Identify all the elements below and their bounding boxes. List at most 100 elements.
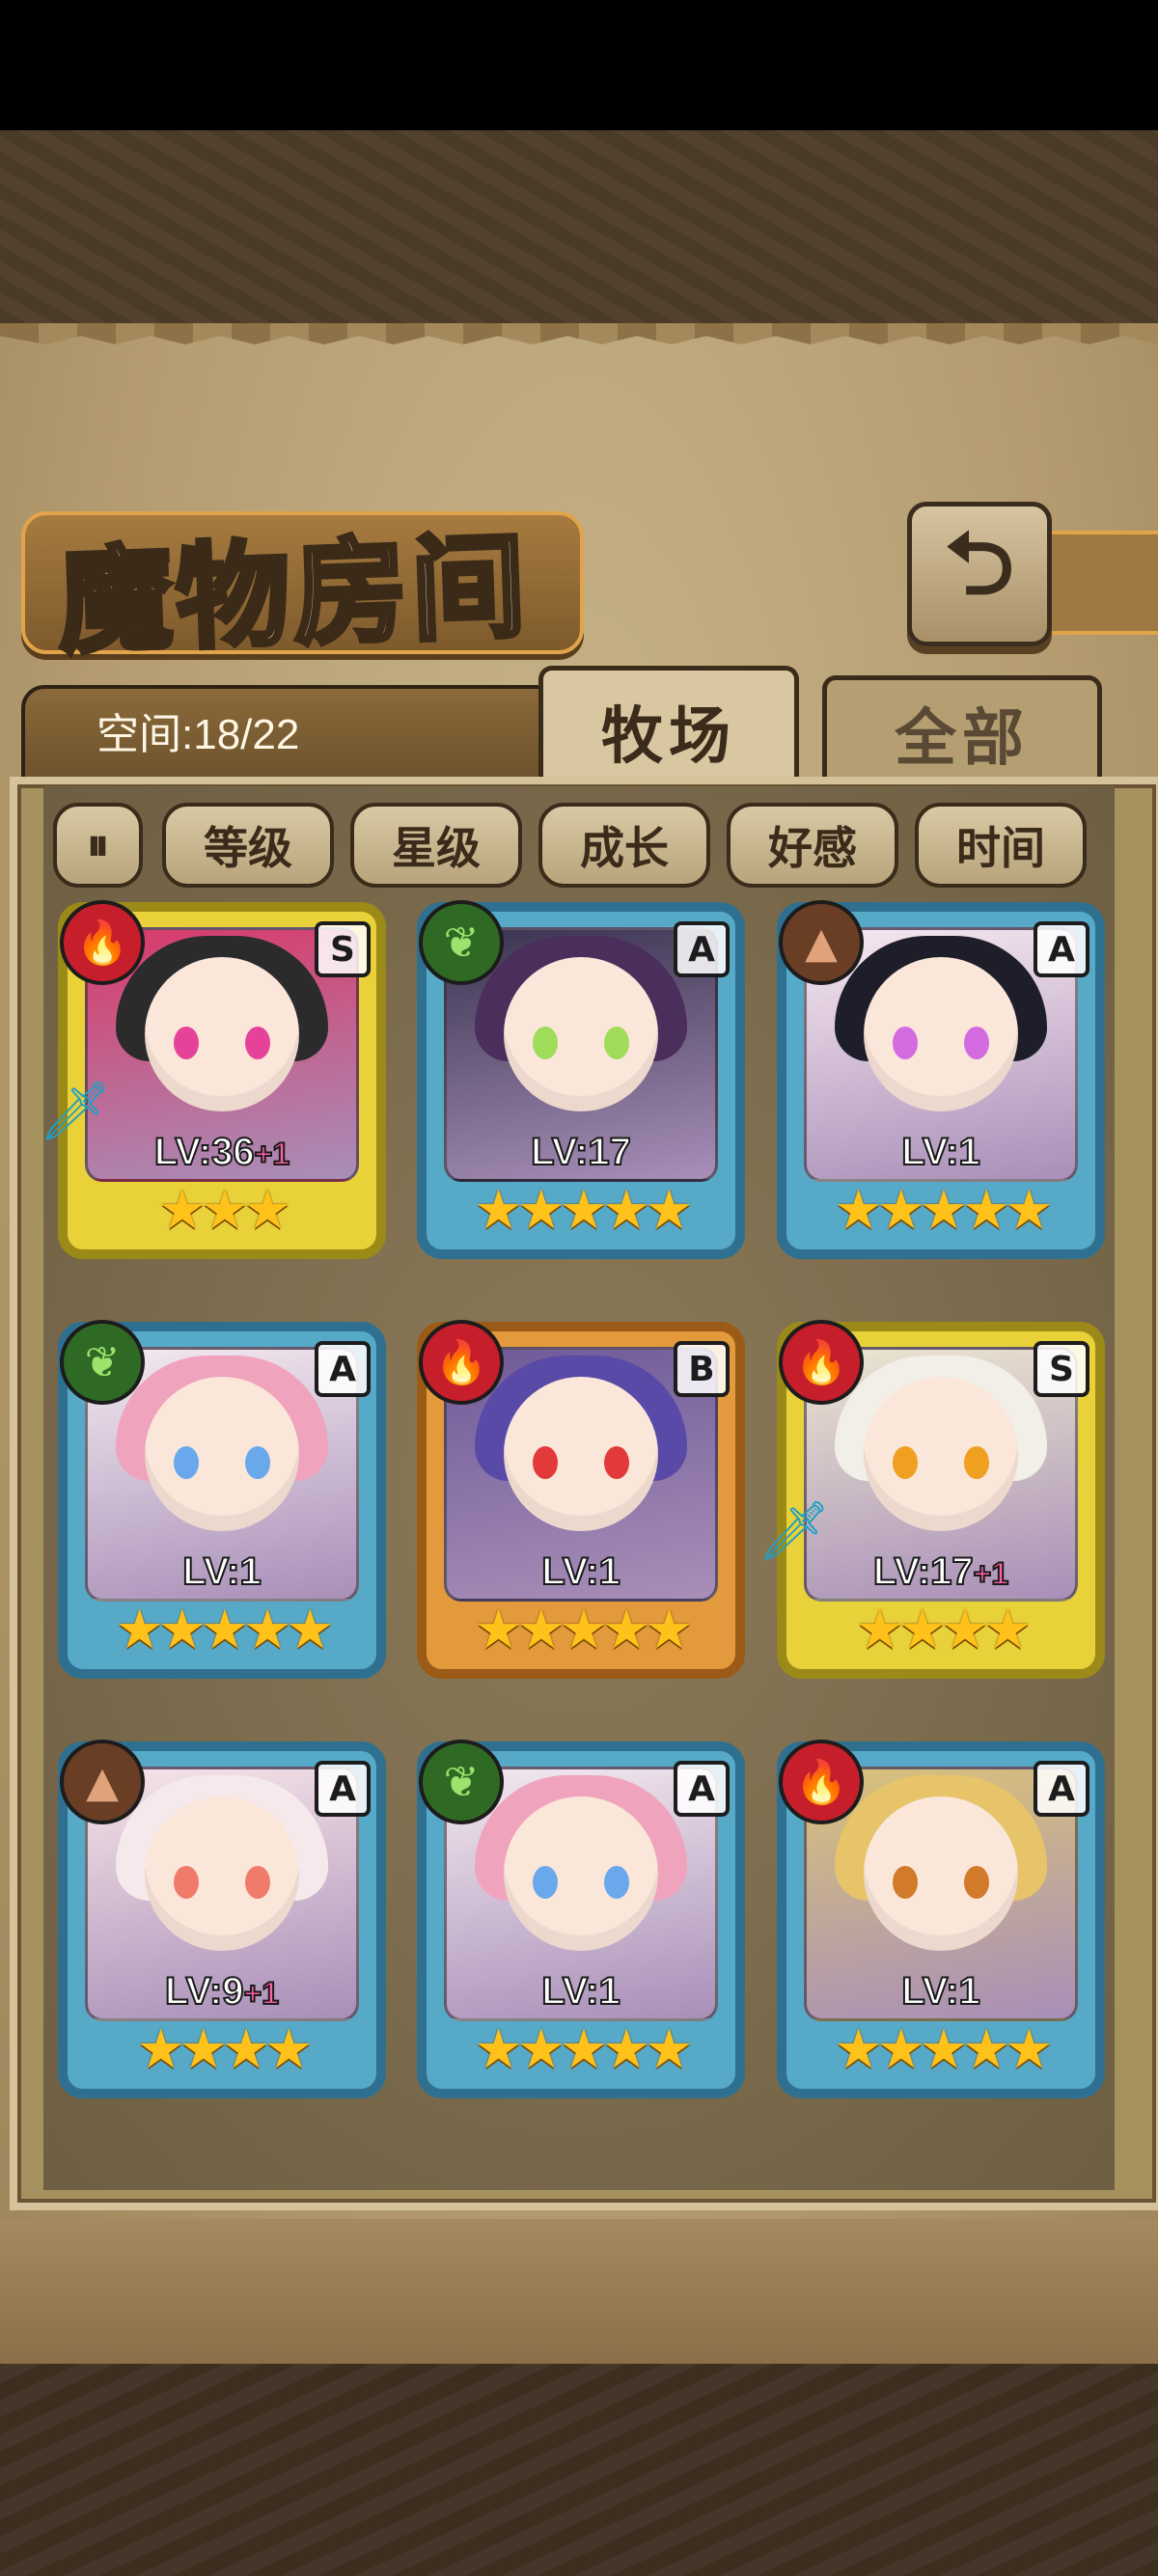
monster-face — [504, 1377, 658, 1531]
monster-eye — [604, 1866, 629, 1899]
leaf-element-icon: ❦ — [419, 1740, 504, 1824]
monster-face — [864, 957, 1018, 1111]
level-label: LV:1 — [786, 1130, 1095, 1174]
fire-element-icon: 🔥 — [779, 1320, 864, 1405]
monster-eye — [533, 1446, 558, 1479]
sort-level-button[interactable]: 等级 — [162, 803, 334, 888]
star-rating: ★★★★★ — [474, 2018, 693, 2081]
fire-element-icon: 🔥 — [419, 1320, 504, 1405]
monster-eye — [893, 1866, 918, 1899]
star-rating: ★★★★★ — [834, 1179, 1053, 1242]
monster-card[interactable]: ❦ A LV:1 ★★★★★ — [58, 1320, 386, 1679]
level-bonus: +1 — [243, 1975, 281, 2012]
level-value: LV:1 — [540, 1969, 621, 2014]
level-label: LV:17 — [427, 1130, 735, 1174]
level-label: LV:36+1 — [68, 1130, 376, 1174]
level-label: LV:1 — [786, 1969, 1095, 2014]
monster-eye — [174, 1866, 199, 1899]
monster-card[interactable]: 🔥 A LV:1 ★★★★★ — [777, 1740, 1105, 2098]
leaf-element-icon: ❦ — [419, 900, 504, 985]
sort-star-button[interactable]: 星级 — [350, 803, 522, 888]
monster-eye — [964, 1866, 989, 1899]
rank-badge: A — [315, 1341, 371, 1397]
monster-eye — [893, 1446, 918, 1479]
level-label: LV:9+1 — [68, 1969, 376, 2014]
back-button[interactable]: ⮌ — [907, 502, 1052, 646]
monster-eye — [533, 1027, 558, 1059]
monster-eye — [964, 1446, 989, 1479]
monster-card[interactable]: ▲ A LV:9+1 ★★★★ — [58, 1740, 386, 2098]
level-value: LV:9 — [164, 1969, 245, 2014]
level-label: LV:17+1 — [786, 1549, 1095, 1594]
star-rating: ★★★★★ — [115, 1599, 334, 1661]
level-label: LV:1 — [427, 1549, 735, 1594]
monster-card[interactable]: 🔥 B LV:1 ★★★★★ — [417, 1320, 745, 1679]
monster-card[interactable]: ❦ A LV:17 ★★★★★ — [417, 900, 745, 1259]
sort-time-button[interactable]: 时间 — [915, 803, 1087, 888]
monster-eye — [533, 1866, 558, 1899]
tab-ranch[interactable]: 牧场 — [538, 666, 799, 791]
monster-face — [864, 1377, 1018, 1531]
monster-card[interactable]: ▲ A LV:1 ★★★★★ — [777, 900, 1105, 1259]
rank-badge: A — [1034, 921, 1089, 977]
rank-badge: A — [674, 1761, 730, 1817]
back-arrow-icon: ⮌ — [944, 512, 1015, 615]
level-label: LV:1 — [68, 1549, 376, 1594]
level-value: LV:17 — [872, 1549, 975, 1594]
sort-affection-button[interactable]: 好感 — [727, 803, 898, 888]
fire-element-icon: 🔥 — [779, 1740, 864, 1824]
tab-all[interactable]: 全部 — [822, 675, 1102, 786]
rank-badge: B — [674, 1341, 730, 1397]
panel-bottom-band — [0, 2219, 1158, 2364]
level-value: LV:36 — [153, 1130, 256, 1174]
monster-face — [145, 957, 299, 1111]
page-title: 魔物房间 — [54, 516, 535, 671]
monster-card[interactable]: 🔥 S 🗡 LV:17+1 ★★★★ — [758, 1320, 1105, 1679]
level-value: LV:1 — [540, 1549, 621, 1594]
monster-eye — [893, 1027, 918, 1059]
monster-eye — [604, 1027, 629, 1059]
monster-eye — [245, 1446, 270, 1479]
monster-face — [504, 957, 658, 1111]
monster-eye — [245, 1027, 270, 1059]
monster-eye — [174, 1027, 199, 1059]
space-count: 空间:18/22 — [96, 711, 300, 758]
map-background-top — [0, 130, 1158, 323]
monster-card[interactable]: ❦ A LV:1 ★★★★★ — [417, 1740, 745, 2098]
monster-face — [145, 1377, 299, 1531]
rank-badge: A — [674, 921, 730, 977]
leaf-element-icon: ❦ — [60, 1320, 145, 1405]
monster-eye — [174, 1446, 199, 1479]
monster-eye — [245, 1866, 270, 1899]
monster-face — [864, 1796, 1018, 1951]
monster-eye — [964, 1027, 989, 1059]
level-value: LV:1 — [900, 1969, 981, 2014]
rock-element-icon: ▲ — [60, 1740, 145, 1824]
rank-badge: A — [315, 1761, 371, 1817]
star-rating: ★★★ — [157, 1179, 292, 1242]
level-bonus: +1 — [973, 1555, 1010, 1592]
monster-card[interactable]: 🔥 S 🗡 LV:36+1 ★★★ — [39, 900, 386, 1259]
level-label: LV:1 — [427, 1969, 735, 2014]
rank-badge: S — [1034, 1341, 1089, 1397]
level-value: LV:1 — [900, 1130, 981, 1174]
level-value: LV:1 — [181, 1549, 262, 1594]
rock-element-icon: ▲ — [779, 900, 864, 985]
monster-face — [145, 1796, 299, 1951]
monster-face — [504, 1796, 658, 1951]
rank-badge: A — [1034, 1761, 1089, 1817]
star-rating: ★★★★★ — [834, 2018, 1053, 2081]
star-rating: ★★★★ — [136, 2018, 314, 2081]
monster-eye — [604, 1446, 629, 1479]
star-rating: ★★★★★ — [474, 1179, 693, 1242]
sort-order-toggle[interactable]: ⏸ — [53, 803, 143, 888]
sort-growth-button[interactable]: 成长 — [538, 803, 710, 888]
map-background-bottom — [0, 2364, 1158, 2576]
fire-element-icon: 🔥 — [60, 900, 145, 985]
star-rating: ★★★★★ — [474, 1599, 693, 1661]
star-rating: ★★★★ — [855, 1599, 1033, 1661]
pause-sort-icon: ⏸ — [87, 818, 109, 870]
level-bonus: +1 — [254, 1136, 291, 1172]
rank-badge: S — [315, 921, 371, 977]
status-bar — [0, 0, 1158, 130]
